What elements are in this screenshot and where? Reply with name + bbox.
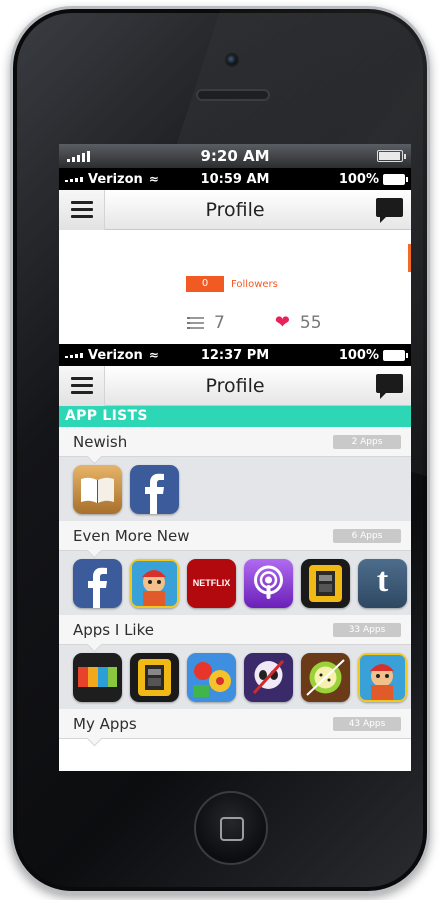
followers-stat[interactable]: 0 Followers: [186, 276, 278, 292]
heart-icon: ❤: [274, 312, 290, 333]
icons-row-even-more-new: NETFLIX t: [59, 551, 411, 615]
likes-count[interactable]: 55: [300, 313, 322, 333]
chat-bubble-icon: [376, 373, 403, 399]
chat-button[interactable]: [367, 190, 411, 230]
status-bar-2: Verizon ≈ 12:37 PM 100%: [59, 344, 411, 366]
list-name: My Apps: [73, 714, 137, 733]
color-blocks-icon[interactable]: [73, 652, 122, 702]
front-camera: [225, 53, 239, 67]
icons-row-newish: [59, 457, 411, 521]
chat-button[interactable]: [367, 366, 411, 406]
home-button[interactable]: [194, 791, 268, 865]
profile-stats: 7 ❤ 55: [187, 312, 322, 333]
subway-surfers-icon[interactable]: [130, 558, 179, 608]
app-count-badge: 6 Apps: [333, 528, 401, 543]
list-name: Newish: [73, 432, 128, 451]
status-bar-1: Verizon ≈ 10:59 AM 100%: [59, 168, 411, 190]
netflix-wordmark: NETFLIX: [192, 578, 231, 588]
battery-icon: [383, 349, 408, 361]
page-title: Profile: [205, 374, 265, 397]
wifi-icon: ≈: [148, 172, 159, 186]
orange-tab-edge: [408, 244, 411, 272]
robot-game-icon[interactable]: [130, 652, 179, 702]
lists-count[interactable]: 7: [214, 313, 225, 333]
ninja-game-icon[interactable]: [244, 652, 293, 702]
puzzle-game-icon[interactable]: [187, 652, 236, 702]
list-header-even-more-new[interactable]: Even More New 6 Apps: [59, 521, 411, 551]
ibooks-icon[interactable]: [73, 464, 122, 514]
app-lists: Newish 2 Apps Even More New 6 Apps NETFL…: [59, 427, 411, 739]
carrier-label: Verizon: [88, 347, 143, 363]
profile-navbar-2: Profile: [59, 365, 411, 406]
signal-icon: [65, 176, 83, 182]
earpiece-speaker: [196, 89, 270, 101]
fruit-ninja-icon[interactable]: [301, 652, 350, 702]
profile-navbar-1: Profile: [59, 189, 411, 230]
tumblr-letter: t: [376, 562, 389, 599]
app-count-badge: 2 Apps: [333, 434, 401, 449]
battery-percent: 100%: [338, 171, 379, 187]
podcasts-icon[interactable]: [244, 558, 293, 608]
screen: 9:20 AM Verizon ≈ 10:59 AM 100% Profile …: [59, 144, 411, 771]
app-lists-banner: APP LISTS: [59, 406, 411, 427]
carrier-label: Verizon: [88, 171, 143, 187]
facebook-icon[interactable]: [73, 558, 122, 608]
battery-percent: 100%: [338, 347, 379, 363]
tumblr-icon[interactable]: t: [358, 558, 407, 608]
list-name: Apps I Like: [73, 620, 154, 639]
signal-icon: [67, 151, 90, 162]
list-header-my-apps[interactable]: My Apps 43 Apps: [59, 709, 411, 739]
battery-icon: [383, 173, 408, 185]
device-status-bar: 9:20 AM: [59, 144, 411, 168]
facebook-icon[interactable]: [130, 464, 179, 514]
wifi-icon: ≈: [148, 348, 159, 362]
followers-count: 0: [186, 276, 224, 292]
robot-game-icon[interactable]: [301, 558, 350, 608]
battery-icon: [377, 150, 406, 162]
list-name: Even More New: [73, 526, 190, 545]
list-header-newish[interactable]: Newish 2 Apps: [59, 427, 411, 457]
list-header-apps-i-like[interactable]: Apps I Like 33 Apps: [59, 615, 411, 645]
signal-icon: [65, 352, 83, 358]
profile-summary: 0 Followers 7 ❤ 55: [59, 230, 411, 344]
app-count-badge: 33 Apps: [333, 622, 401, 637]
page-title: Profile: [205, 198, 265, 221]
device-time: 9:20 AM: [200, 147, 270, 165]
followers-label: Followers: [231, 278, 278, 290]
menu-button[interactable]: [59, 365, 105, 406]
icons-row-apps-i-like: [59, 645, 411, 709]
menu-button[interactable]: [59, 189, 105, 230]
iphone-frame: 9:20 AM Verizon ≈ 10:59 AM 100% Profile …: [10, 6, 430, 894]
home-square-icon: [220, 817, 244, 841]
list-icon: [187, 316, 204, 329]
subway-surfers-icon[interactable]: [358, 652, 407, 702]
app-count-badge: 43 Apps: [333, 716, 401, 731]
chat-bubble-icon: [376, 197, 403, 223]
netflix-icon[interactable]: NETFLIX: [187, 558, 236, 608]
